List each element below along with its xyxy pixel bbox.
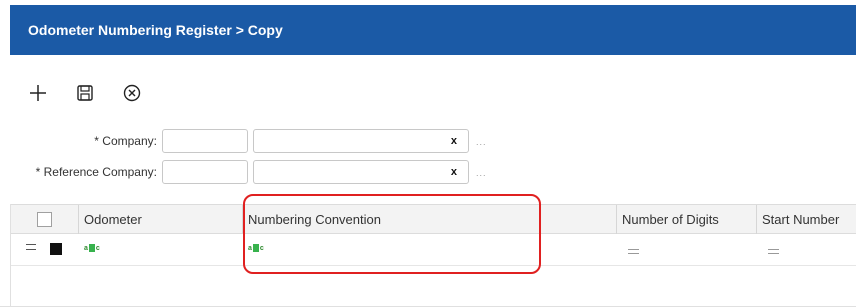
plus-icon xyxy=(30,85,46,101)
column-header-label: Start Number xyxy=(762,212,840,227)
save-icon xyxy=(77,85,93,101)
reference-company-code-field[interactable] xyxy=(162,160,248,184)
add-button[interactable] xyxy=(24,80,52,106)
column-header-numbering-convention[interactable]: Numbering Convention xyxy=(242,205,616,234)
column-header-label: Number of Digits xyxy=(622,212,719,227)
column-header-label: Odometer xyxy=(84,212,142,227)
select-all-checkbox[interactable] xyxy=(37,212,52,227)
table-row[interactable]: ac ac xyxy=(10,234,856,266)
company-code-field[interactable] xyxy=(162,129,248,153)
grid-header: Odometer Numbering Convention Number of … xyxy=(10,204,856,234)
column-header-start-number[interactable]: Start Number xyxy=(756,205,856,234)
abc-text-icon: ac xyxy=(84,244,100,252)
reference-company-clear-button[interactable]: x xyxy=(451,166,457,178)
grid-left-border xyxy=(10,204,11,307)
company-clear-button[interactable]: x xyxy=(451,135,457,147)
cancel-button[interactable] xyxy=(118,80,146,106)
column-header-label: Numbering Convention xyxy=(248,212,381,227)
reference-company-lookup-button[interactable]: ... xyxy=(476,168,487,178)
abc-text-icon: ac xyxy=(248,244,264,252)
equals-icon xyxy=(628,249,639,254)
save-button[interactable] xyxy=(71,80,99,106)
column-header-number-of-digits[interactable]: Number of Digits xyxy=(616,205,756,234)
title-bar: Odometer Numbering Register > Copy xyxy=(10,5,856,55)
page-title: Odometer Numbering Register > Copy xyxy=(28,22,283,38)
reference-company-row: * Reference Company: x ... xyxy=(10,160,487,184)
drag-handle-icon[interactable] xyxy=(26,244,36,250)
reference-company-name-field[interactable]: x xyxy=(253,160,469,184)
reference-company-label: * Reference Company: xyxy=(35,165,157,179)
company-name-field[interactable]: x xyxy=(253,129,469,153)
toolbar xyxy=(10,80,165,106)
company-label: * Company: xyxy=(94,134,157,148)
equals-icon xyxy=(768,249,779,254)
company-lookup-button[interactable]: ... xyxy=(476,137,487,147)
cancel-circle-icon xyxy=(123,84,141,102)
row-checkbox[interactable] xyxy=(50,243,62,255)
company-row: * Company: x ... xyxy=(10,129,487,153)
column-header-odometer[interactable]: Odometer xyxy=(78,205,242,234)
